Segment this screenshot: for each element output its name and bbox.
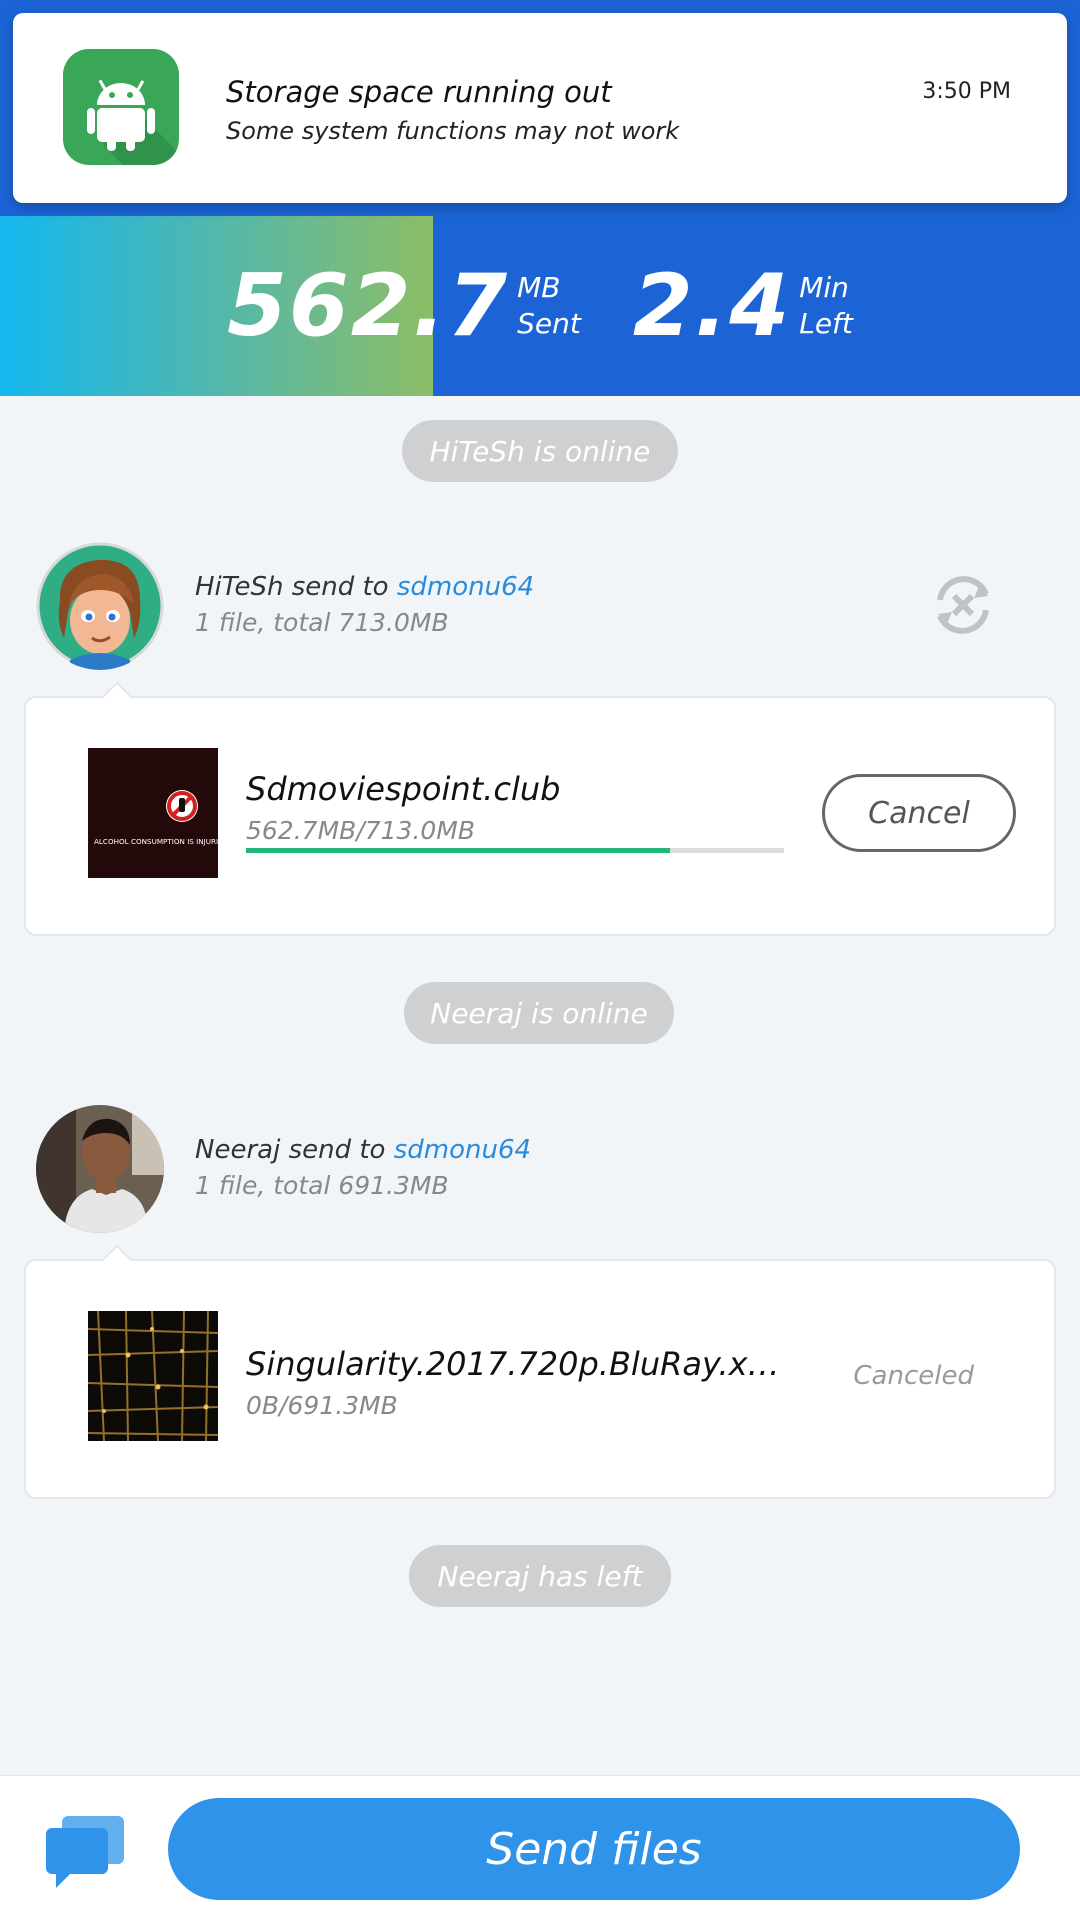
file-progress-track xyxy=(246,848,784,853)
send-files-button[interactable]: Send files xyxy=(168,1798,1020,1900)
file-name: Sdmoviespoint.club xyxy=(246,770,561,808)
recipient-link[interactable]: sdmonu64 xyxy=(397,572,534,602)
transfer-progress-band: 562.7 MB Sent 2.4 Min Left xyxy=(0,216,1080,396)
file-thumbnail: ALCOHOL CONSUMPTION IS INJURIO xyxy=(88,748,218,878)
file-size: 0B/691.3MB xyxy=(246,1391,398,1420)
transfer-stats: 562.7 MB Sent 2.4 Min Left xyxy=(0,216,1080,396)
recipient-link[interactable]: sdmonu64 xyxy=(394,1135,531,1165)
time-left-unit: Min xyxy=(799,271,849,304)
notification-time: 3:50 PM xyxy=(922,79,1011,104)
file-name: Singularity.2017.720p.BluRay.x… xyxy=(246,1345,780,1383)
android-icon xyxy=(63,49,179,165)
transfer-meta: 1 file, total 713.0MB xyxy=(195,608,449,637)
chat-icon[interactable] xyxy=(44,1816,126,1888)
cancel-button[interactable]: Cancel xyxy=(822,774,1016,852)
thumbnail-caption: ALCOHOL CONSUMPTION IS INJURIO xyxy=(94,837,218,846)
avatar[interactable] xyxy=(36,1105,164,1233)
sent-value: 562.7 xyxy=(227,256,510,356)
file-size: 562.7MB/713.0MB xyxy=(246,816,476,845)
sender-line: HiTeSh send to sdmonu64 xyxy=(195,572,534,602)
sender-name: Neeraj xyxy=(195,1135,281,1165)
sent-label: Sent xyxy=(517,307,581,340)
sender-line: Neeraj send to sdmonu64 xyxy=(195,1135,531,1165)
notification-title: Storage space running out xyxy=(226,75,612,109)
send-to-text: send to xyxy=(291,572,389,602)
file-progress-fill xyxy=(246,848,671,853)
sender-name: HiTeSh xyxy=(195,572,284,602)
storage-notification[interactable]: Storage space running out Some system fu… xyxy=(13,13,1067,203)
time-left-stat: 2.4 Min Left xyxy=(633,263,853,349)
sent-unit: MB xyxy=(517,271,561,304)
retry-cancel-icon[interactable] xyxy=(928,570,998,640)
send-to-text: send to xyxy=(288,1135,386,1165)
file-thumbnail xyxy=(88,1311,218,1441)
event-pill: Neeraj has left xyxy=(409,1545,671,1607)
bottom-bar: Send files xyxy=(0,1775,1080,1920)
sent-stat: 562.7 MB Sent xyxy=(227,263,581,349)
file-card: ALCOHOL CONSUMPTION IS INJURIO Sdmoviesp… xyxy=(24,681,1056,936)
avatar[interactable] xyxy=(36,542,164,670)
file-card: Singularity.2017.720p.BluRay.x… 0B/691.3… xyxy=(24,1244,1056,1499)
transfer-meta: 1 file, total 691.3MB xyxy=(195,1171,449,1200)
event-pill: Neeraj is online xyxy=(404,982,674,1044)
event-pill: HiTeSh is online xyxy=(402,420,678,482)
time-left-value: 2.4 xyxy=(632,256,792,356)
status-canceled: Canceled xyxy=(853,1361,974,1391)
notification-subtitle: Some system functions may not work xyxy=(226,117,680,145)
time-left-label: Left xyxy=(799,307,853,340)
